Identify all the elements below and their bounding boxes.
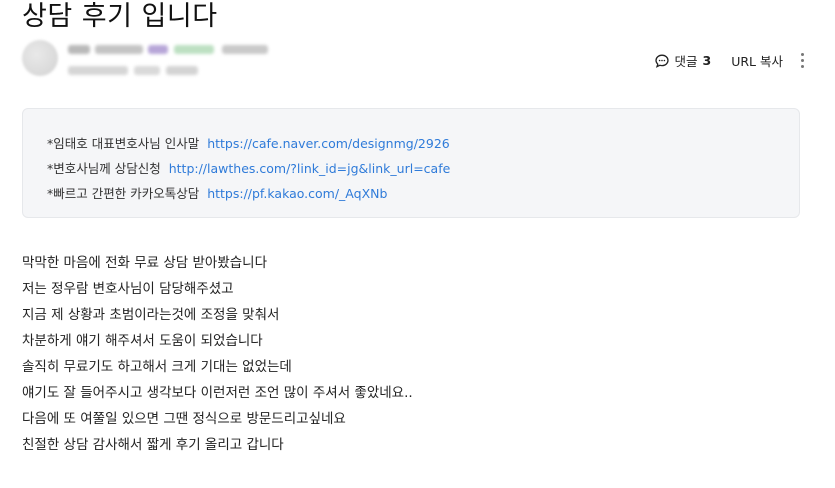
comment-count: 3	[702, 53, 712, 68]
body-line: 차분하게 얘기 해주셔서 도움이 되었습니다	[22, 333, 263, 349]
notice-label: *빠르고 간편한 카카오톡상담	[47, 186, 200, 201]
body-line: 지금 제 상황과 초범이라는것에 조정을 맞춰서	[22, 307, 280, 323]
comment-button[interactable]: 댓글 3	[654, 51, 712, 70]
post-body: 막막한 마음에 전화 무료 상담 받아봤습니다 저는 정우람 변호사님이 담당해…	[22, 250, 413, 458]
more-options-icon[interactable]	[801, 53, 805, 68]
body-line: 얘기도 잘 들어주시고 생각보다 이런저런 조언 많이 주셔서 좋았네요..	[22, 385, 413, 401]
url-copy-button[interactable]: URL 복사	[731, 51, 783, 70]
body-line: 친절한 상담 감사해서 짧게 후기 올리고 갑니다	[22, 437, 284, 453]
comment-icon	[654, 53, 670, 69]
notice-label: *변호사님께 상담신청	[47, 161, 161, 176]
notice-row: *빠르고 간편한 카카오톡상담 https://pf.kakao.com/_Aq…	[47, 181, 799, 206]
notice-row: *임태호 대표변호사님 인사말 https://cafe.naver.com/d…	[47, 131, 799, 156]
body-line: 막막한 마음에 전화 무료 상담 받아봤습니다	[22, 255, 268, 271]
notice-label: *임태호 대표변호사님 인사말	[47, 136, 200, 151]
author-avatar[interactable]	[22, 40, 58, 76]
body-line: 다음에 또 여쭐일 있으면 그땐 정식으로 방문드리고싶네요	[22, 411, 346, 427]
notice-link[interactable]: http://lawthes.com/?link_id=jg&link_url=…	[169, 161, 451, 176]
notice-link[interactable]: https://cafe.naver.com/designmg/2926	[207, 136, 450, 151]
body-line: 솔직히 무료기도 하고해서 크게 기대는 없었는데	[22, 359, 292, 375]
post-title: 상담 후기 입니다	[22, 1, 218, 32]
post-actions: 댓글 3 URL 복사	[654, 51, 806, 70]
body-line: 저는 정우람 변호사님이 담당해주셨고	[22, 281, 234, 297]
notice-row: *변호사님께 상담신청 http://lawthes.com/?link_id=…	[47, 156, 799, 181]
comment-label: 댓글	[674, 54, 698, 69]
notice-link[interactable]: https://pf.kakao.com/_AqXNb	[207, 186, 387, 201]
notice-box: *임태호 대표변호사님 인사말 https://cafe.naver.com/d…	[22, 108, 800, 218]
